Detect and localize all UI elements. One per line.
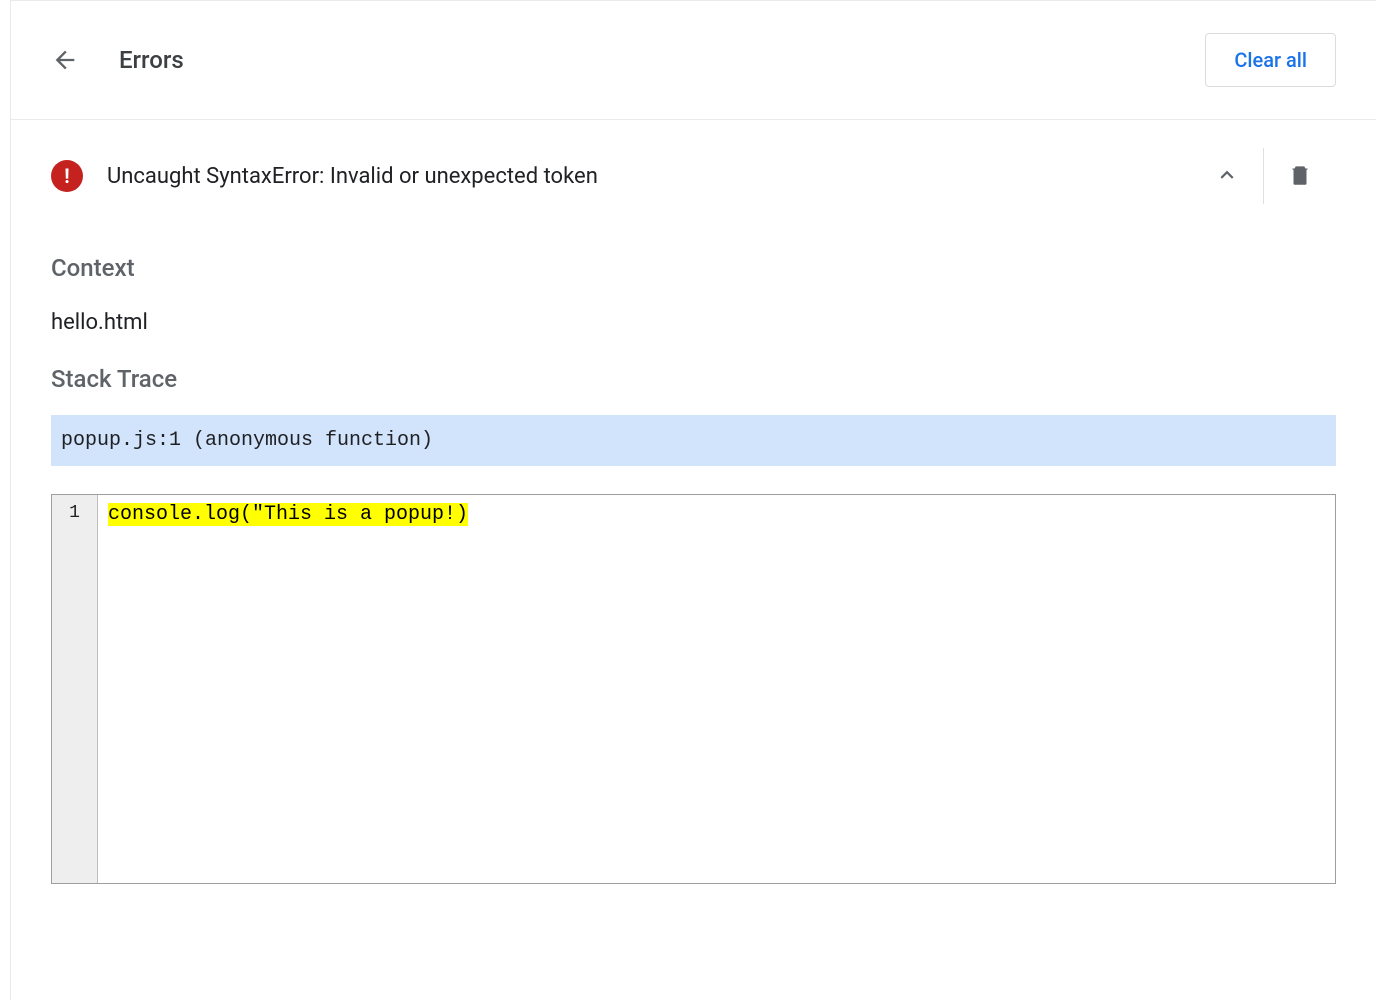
- delete-button[interactable]: [1264, 148, 1336, 204]
- error-icon: !: [51, 160, 83, 192]
- clear-all-button[interactable]: Clear all: [1205, 33, 1336, 87]
- error-message: Uncaught SyntaxError: Invalid or unexpec…: [107, 164, 1191, 189]
- context-heading: Context: [51, 254, 1336, 282]
- trash-icon: [1287, 162, 1313, 191]
- context-file: hello.html: [51, 310, 1336, 335]
- error-item: ! Uncaught SyntaxError: Invalid or unexp…: [51, 120, 1336, 884]
- collapse-button[interactable]: [1191, 148, 1263, 204]
- back-arrow-icon[interactable]: [51, 46, 79, 74]
- stack-trace-entry[interactable]: popup.js:1 (anonymous function): [51, 415, 1336, 466]
- line-number: 1: [52, 503, 97, 523]
- stack-trace-heading: Stack Trace: [51, 365, 1336, 393]
- code-gutter: 1: [52, 495, 98, 883]
- code-content: console.log("This is a popup!): [98, 495, 1335, 883]
- code-highlight: console.log("This is a popup!): [108, 503, 468, 526]
- code-viewer: 1 console.log("This is a popup!): [51, 494, 1336, 884]
- chevron-up-icon: [1214, 162, 1240, 191]
- page-title: Errors: [119, 46, 184, 74]
